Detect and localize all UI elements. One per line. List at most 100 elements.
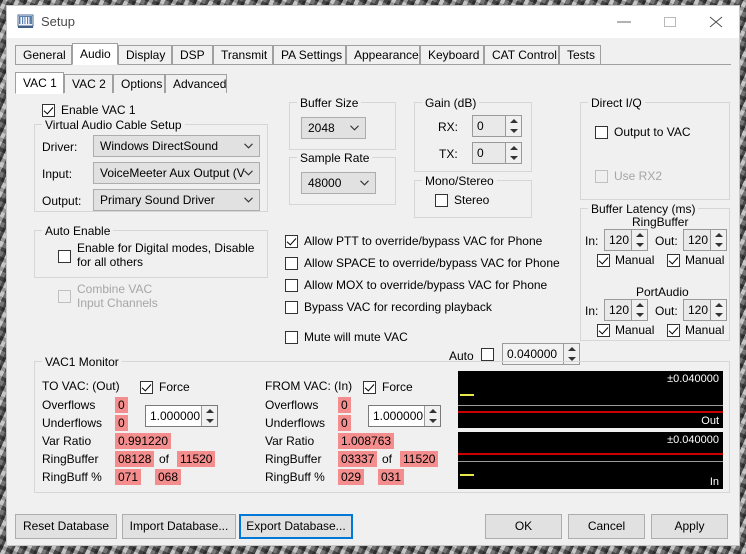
subtab-options[interactable]: Options — [113, 74, 165, 93]
to-vac-ringbuff-pct-a: 071 — [115, 469, 142, 485]
allow-space-label: Allow SPACE to override/bypass VAC for P… — [304, 256, 560, 270]
from-vac-force-checkbox[interactable] — [363, 381, 376, 394]
to-vac-ringbuff-pct-label: RingBuff % — [42, 470, 102, 484]
from-vac-overflows-label: Overflows — [265, 398, 319, 412]
combine-vac-checkbox — [58, 290, 71, 303]
tab-tests[interactable]: Tests — [559, 45, 601, 64]
buffer-size-combo[interactable]: 2048 — [301, 117, 366, 139]
subtab-vac-2[interactable]: VAC 2 — [64, 74, 113, 93]
enable-vac1-checkbox[interactable] — [42, 104, 55, 117]
cancel-button[interactable]: Cancel — [568, 514, 645, 539]
enable-vac1-label: Enable VAC 1 — [61, 103, 136, 117]
portaudio-out-manual-checkbox[interactable] — [667, 324, 680, 337]
stereo-label: Stereo — [454, 193, 490, 207]
sub-tabstrip: VAC 1 VAC 2 Options Advanced — [15, 72, 731, 94]
from-vac-ringbuffer-label: RingBuffer — [265, 452, 322, 466]
input-combo[interactable]: VoiceMeeter Aux Output (VB — [93, 162, 260, 184]
reset-database-button[interactable]: Reset Database — [15, 514, 117, 539]
apply-button[interactable]: Apply — [651, 514, 728, 539]
close-button[interactable] — [693, 6, 739, 37]
to-vac-force-checkbox[interactable] — [140, 381, 153, 394]
import-database-button[interactable]: Import Database... — [122, 514, 236, 539]
ringbuffer-out-spin-arrows[interactable] — [710, 230, 726, 250]
auto-enable-label-line1: Enable for Digital modes, Disable — [77, 241, 255, 255]
gain-rx-value: 0 — [477, 119, 484, 133]
auto-enable-checkbox[interactable] — [58, 250, 71, 263]
portaudio-in-stepper[interactable]: 120 — [604, 299, 648, 321]
driver-label: Driver: — [42, 140, 78, 154]
stereo-checkbox[interactable] — [435, 194, 448, 207]
ringbuffer-in-manual-label: Manual — [615, 253, 655, 267]
tab-audio[interactable]: Audio — [72, 43, 118, 65]
to-vac-ratio-spin-arrows[interactable] — [201, 406, 217, 426]
from-vac-var-ratio-label: Var Ratio — [265, 434, 315, 448]
from-vac-force-label: Force — [382, 380, 413, 394]
tab-keyboard[interactable]: Keyboard — [420, 45, 484, 64]
auto-enable-label-line2: for all others — [77, 255, 144, 269]
gain-tx-spin-arrows[interactable] — [505, 143, 521, 163]
tab-dsp[interactable]: DSP — [172, 45, 213, 64]
portaudio-in-spin-arrows[interactable] — [631, 300, 647, 320]
gain-rx-stepper[interactable]: 0 — [472, 115, 522, 137]
ringbuffer-in-value: 120 — [609, 233, 630, 247]
portaudio-out-stepper[interactable]: 120 — [683, 299, 727, 321]
bypass-vac-recording-label: Bypass VAC for recording playback — [304, 300, 492, 314]
input-label: Input: — [42, 167, 73, 181]
ringbuffer-in-stepper[interactable]: 120 — [604, 229, 648, 251]
allow-space-checkbox[interactable] — [285, 257, 298, 270]
from-vac-title: FROM VAC: (In) — [265, 379, 353, 393]
export-database-button[interactable]: Export Database... — [239, 514, 353, 539]
tab-pa-settings[interactable]: PA Settings — [273, 45, 346, 64]
driver-combo[interactable]: Windows DirectSound — [93, 135, 260, 157]
maximize-button[interactable] — [647, 6, 693, 37]
auto-scale-checkbox[interactable] — [481, 348, 494, 361]
ringbuffer-out-stepper[interactable]: 120 — [683, 229, 727, 251]
to-vac-var-ratio-value: 0.991220 — [115, 433, 172, 449]
tab-transmit[interactable]: Transmit — [213, 45, 273, 64]
portaudio-in-label: In: — [585, 304, 599, 318]
allow-mox-label: Allow MOX to override/bypass VAC for Pho… — [304, 278, 548, 292]
gain-tx-stepper[interactable]: 0 — [472, 142, 522, 164]
bypass-vac-recording-checkbox[interactable] — [285, 301, 298, 314]
tab-cat-control[interactable]: CAT Control — [484, 45, 559, 64]
to-vac-underflows-value: 0 — [115, 415, 128, 431]
gain-tx-label: TX: — [439, 147, 458, 161]
output-combo[interactable]: Primary Sound Driver — [93, 189, 260, 211]
ringbuffer-out-manual-checkbox[interactable] — [667, 254, 680, 267]
auto-enable-legend: Auto Enable — [42, 224, 114, 238]
auto-scale-value: 0.040000 — [507, 347, 558, 361]
ringbuffer-in-manual-checkbox[interactable] — [597, 254, 610, 267]
sample-rate-combo[interactable]: 48000 — [301, 172, 376, 194]
to-vac-var-ratio-label: Var Ratio — [42, 434, 92, 448]
portaudio-in-value: 120 — [609, 303, 630, 317]
chevron-down-icon — [350, 125, 359, 131]
gain-rx-spin-arrows[interactable] — [505, 116, 521, 136]
sample-rate-value: 48000 — [308, 176, 342, 190]
use-rx2-label: Use RX2 — [614, 169, 663, 183]
tab-display[interactable]: Display — [118, 45, 172, 64]
from-vac-ratio-stepper[interactable]: 1.000000 — [368, 405, 441, 427]
allow-mox-checkbox[interactable] — [285, 279, 298, 292]
subtab-advanced[interactable]: Advanced — [165, 74, 227, 93]
allow-ptt-checkbox[interactable] — [285, 235, 298, 248]
to-vac-underflows-label: Underflows — [42, 416, 103, 430]
tab-appearance[interactable]: Appearance — [346, 45, 420, 64]
from-vac-ratio-spin-arrows[interactable] — [424, 406, 440, 426]
minimize-button[interactable] — [601, 6, 647, 37]
portaudio-in-manual-checkbox[interactable] — [597, 324, 610, 337]
ok-button[interactable]: OK — [485, 514, 562, 539]
portaudio-out-spin-arrows[interactable] — [710, 300, 726, 320]
output-to-vac-checkbox[interactable] — [595, 126, 608, 139]
ringbuffer-in-spin-arrows[interactable] — [631, 230, 647, 250]
driver-value: Windows DirectSound — [100, 139, 219, 153]
scope-in-name: In — [709, 476, 719, 488]
subtab-vac-1[interactable]: VAC 1 — [15, 72, 64, 94]
mute-will-mute-vac-checkbox[interactable] — [285, 331, 298, 344]
to-vac-ratio-stepper[interactable]: 1.000000 — [145, 405, 218, 427]
chevron-down-icon — [360, 180, 369, 186]
from-vac-var-ratio-value: 1.008763 — [338, 433, 395, 449]
tab-general[interactable]: General — [15, 45, 72, 64]
from-vac-ringbuffer-max: 11520 — [400, 451, 439, 467]
from-vac-ringbuffer-value: 03337 — [338, 451, 378, 467]
portaudio-in-manual-label: Manual — [615, 323, 655, 337]
